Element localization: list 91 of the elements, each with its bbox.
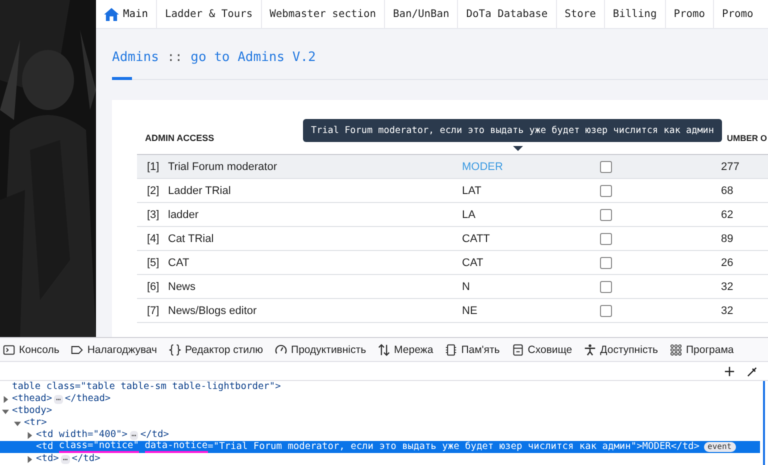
devtools-tab[interactable]: Програма [664, 344, 740, 356]
table-cell-text: N [462, 280, 471, 292]
devtools-tab[interactable]: Консоль [0, 344, 66, 356]
table-cell-text: CAT [462, 256, 484, 268]
nav-tab[interactable]: DoTa Database [458, 0, 557, 28]
table-cell-text: NE [462, 304, 478, 316]
devtools-tab[interactable]: Налагоджувач [65, 344, 163, 356]
table-cell: 89 [721, 232, 734, 244]
devtools-tab[interactable]: Доступність [578, 344, 664, 356]
checkbox[interactable] [600, 304, 612, 316]
devtools-tab[interactable]: Сховище [506, 344, 578, 356]
nav-tab[interactable]: Store [556, 0, 605, 28]
nav-tab[interactable]: Ban/UnBan [384, 0, 458, 28]
nav-tab[interactable]: Main [96, 0, 158, 28]
code-line[interactable]: <td width="400"> ⋯ </td> [0, 429, 760, 441]
chip-icon [445, 344, 458, 356]
nav-tab[interactable]: Promo [714, 0, 754, 28]
expand-arrow-icon[interactable] [14, 420, 21, 426]
nav-tab[interactable]: Webmaster section [262, 0, 385, 28]
event-badge[interactable]: event [704, 442, 736, 452]
grid-icon [670, 344, 682, 356]
table-cell: 62 [721, 208, 734, 220]
tooltip: Trial Forum moderator, если это выдать уже будет юзер числится как админ [303, 119, 722, 142]
debugger-icon [71, 344, 84, 356]
table-cell-text: [3] [146, 208, 160, 220]
table-cell-text: [5] [146, 256, 160, 268]
code-line[interactable]: <td> ⋯ </td> [0, 453, 760, 465]
table-cell-text: Trial Forum moderator [168, 160, 278, 172]
checkbox[interactable] [600, 232, 612, 244]
table-cell: 26 [721, 256, 734, 268]
column-header: UMBER O [726, 133, 768, 143]
table-row[interactable]: [7] News/Blogs editor NE 32 [137, 299, 768, 323]
storage-icon [512, 344, 524, 356]
code-line[interactable]: <tr> [0, 417, 760, 429]
table-cell-text: [4] [146, 232, 160, 244]
column-header: ADMIN ACCESS [144, 133, 214, 143]
expand-arrow-icon[interactable] [2, 408, 9, 414]
table-cell: 277 [721, 160, 740, 172]
devtools-tab[interactable]: Редактор стилю [163, 344, 270, 356]
table-row[interactable]: [5] CAT CAT 26 [137, 251, 768, 275]
devtools-tab[interactable]: Продуктивність [269, 344, 372, 356]
add-icon[interactable] [724, 366, 735, 376]
devtools-tab[interactable]: Мережа [372, 344, 440, 356]
table-cell: 32 [721, 280, 734, 292]
home-icon [104, 8, 119, 20]
checkbox[interactable] [600, 280, 612, 292]
table-cell-text: [1] [146, 160, 160, 172]
table-cell-text: ladder [168, 208, 200, 220]
nav-tab[interactable]: Promo [666, 0, 714, 28]
table-cell-text: MODER [462, 160, 504, 172]
expand-arrow-icon[interactable] [26, 456, 33, 462]
table-cell: 32 [721, 304, 734, 316]
expand-arrow-icon[interactable] [2, 396, 9, 402]
table-cell-text: [6] [146, 280, 160, 292]
table-row[interactable]: [3] ladder LA 62 [137, 203, 768, 227]
braces-icon [169, 344, 181, 356]
checkbox[interactable] [600, 160, 612, 172]
table-cell-text: CATT [462, 232, 491, 244]
admins-link[interactable]: go to Admins V.2 [190, 50, 316, 65]
table-row[interactable]: [6] News N 32 [137, 275, 768, 299]
table-row[interactable]: [2] Ladder TRial LAT 68 [137, 179, 768, 203]
checkbox[interactable] [600, 256, 612, 268]
checkbox[interactable] [600, 184, 612, 196]
title-separator: :: [166, 50, 183, 65]
devtools-tab[interactable]: Пам'ять [439, 344, 506, 356]
table-cell-text: CAT [168, 256, 190, 268]
table-cell-text: News [168, 280, 197, 292]
person-icon [584, 344, 596, 356]
table-cell-text: Cat TRial [168, 232, 215, 244]
page-title: Admins [112, 50, 159, 65]
arrows-icon [378, 344, 390, 356]
nav-tab[interactable]: Ladder & Tours [157, 0, 262, 28]
table-cell-text: LAT [462, 184, 482, 196]
eyedropper-icon[interactable] [747, 366, 758, 376]
tooltip-arrow [513, 146, 523, 151]
checkbox[interactable] [600, 208, 612, 220]
table-cell: 68 [721, 184, 734, 196]
code-line[interactable]: <thead> ⋯ </thead> [0, 393, 760, 405]
table-row[interactable]: [4] Cat TRial CATT 89 [137, 227, 768, 251]
table-cell-text: [7] [146, 304, 160, 316]
gauge-icon [275, 344, 288, 356]
console-icon [3, 344, 15, 356]
nav-tab[interactable]: Billing [604, 0, 666, 28]
table-cell-text: News/Blogs editor [168, 304, 258, 316]
table-row[interactable]: [1] Trial Forum moderator MODER 277 [137, 155, 768, 179]
expand-arrow-icon[interactable] [26, 432, 33, 438]
table-cell-text: LA [462, 208, 476, 220]
code-line[interactable]: table class="table table-sm table-lightborder"> [0, 381, 760, 393]
code-line[interactable]: <tbody> [0, 405, 760, 417]
table-cell-text: Ladder TRial [168, 184, 232, 196]
table-cell-text: [2] [146, 184, 160, 196]
